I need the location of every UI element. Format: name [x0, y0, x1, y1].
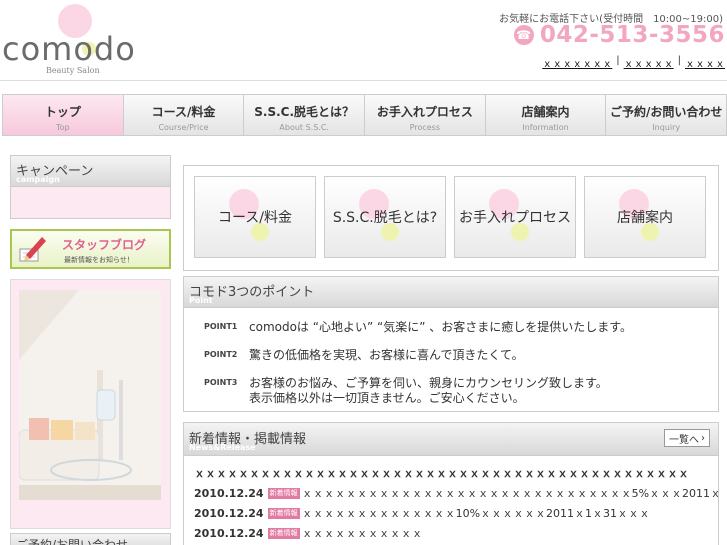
nav-information[interactable]: 店舗案内 Information — [486, 95, 607, 135]
blog-subtitle: 最新情報をお知らせ！ — [64, 256, 134, 264]
process-button[interactable]: お手入れプロセス — [454, 176, 576, 258]
news-item[interactable]: 2010.12.24 新着情報 ｘｘｘｘｘｘｘｘｘｘｘ — [194, 524, 718, 544]
news-text: ｘｘｘｘｘｘｘｘｘｘｘｘｘｘ10%ｘｘｘｘｘｘ2011ｘ1ｘ31ｘｘｘ — [301, 507, 651, 520]
news-list-button[interactable]: 一覧へ › — [664, 429, 710, 447]
nav-label: トップ — [44, 105, 81, 119]
point-item: POINT3 お客様のお悩み、ご予算を伺い、親身にカウンセリング致します。 表示… — [204, 375, 608, 406]
nav-label: コース/料金 — [151, 105, 216, 119]
chevron-right-icon: › — [701, 432, 705, 444]
campaign-subtitle: campaign — [16, 175, 60, 184]
news-badge: 新着情報 — [267, 488, 300, 499]
nav-sub-label: Top — [56, 123, 70, 132]
salon-photo-frame — [10, 279, 171, 529]
about-ssc-button[interactable]: S.S.C.脱毛とは? — [324, 176, 446, 258]
point-tag: POINT2 — [204, 350, 238, 359]
information-button[interactable]: 店舗案内 — [584, 176, 706, 258]
feature-buttons: コース/料金 S.S.C.脱毛とは? お手入れプロセス 店舗案内 — [183, 165, 719, 271]
nav-sub-label: Inquiry — [652, 123, 681, 132]
news-subtitle: News&Release — [189, 443, 256, 452]
logo-text: comodo — [2, 30, 136, 68]
nav-label: ご予約/お問い合わせ — [610, 105, 723, 119]
news-item[interactable]: 2010.12.24 新着情報 ｘｘｘｘｘｘｘｘｘｘｘｘｘｘｘｘｘｘｘｘｘｘｘｘｘｘ… — [194, 484, 718, 504]
course-price-button[interactable]: コース/料金 — [194, 176, 316, 258]
logo-subtitle: Beauty Salon — [46, 66, 100, 75]
phone-number: ☎ 042-513-3556 — [513, 22, 725, 48]
news-text: ｘｘｘｘｘｘｘｘｘｘｘ — [301, 527, 423, 540]
point-text: 驚きの低価格を実現、お客様に喜んで頂きたくて。 — [249, 348, 524, 362]
point-text: お客様のお悩み、ご予算を伺い、親身にカウンセリング致します。 表示価格以外は一切… — [249, 376, 608, 406]
pencil-icon — [19, 237, 46, 262]
news-header: 新着情報・掲載情報 News&Release 一覧へ › — [183, 422, 719, 456]
point-tag: POINT3 — [204, 378, 238, 387]
nav-course[interactable]: コース/料金 Course/Price — [124, 95, 245, 135]
news-list: ｘｘｘｘｘｘｘｘｘｘｘ ｘｘｘｘｘｘｘｘｘｘｘｘｘｘｘｘｘｘｘｘｘｘｘｘｘｘｘｘｘ… — [183, 456, 719, 545]
header-link-1[interactable]: ｘｘｘｘｘｘｘ — [542, 55, 612, 70]
point-item: POINT1 comodoは “心地よい” “気楽に” 、お客さまに癒しを提供い… — [204, 319, 633, 335]
nav-sub-label: Course/Price — [158, 123, 209, 132]
nav-top[interactable]: トップ Top — [3, 95, 124, 135]
left-column: キャンペーン campaign スタッフブログ 最新情報をお知らせ！ — [10, 155, 171, 529]
point-text: comodoは “心地よい” “気楽に” 、お客さまに癒しを提供いたします。 — [249, 320, 633, 334]
nav-label: 店舗案内 — [521, 105, 570, 119]
phone-icon: ☎ — [513, 25, 534, 45]
nav-sub-label: Process — [409, 123, 441, 132]
button-label: S.S.C.脱毛とは? — [332, 210, 438, 226]
nav-about[interactable]: S.S.C.脱毛とは？ About S.S.C. — [244, 95, 366, 135]
blog-title: スタッフブログ — [62, 238, 147, 252]
news-item[interactable]: 2010.12.24 新着情報 ｘｘｘｘｘｘｘｘｘｘｘｘｘｘ10%ｘｘｘｘｘｘ201… — [194, 504, 718, 524]
news-date: 2010.12.24 — [194, 527, 264, 540]
staff-blog-banner[interactable]: スタッフブログ 最新情報をお知らせ！ — [10, 229, 171, 269]
news-text: ｘｘｘｘｘｘｘｘｘｘｘｘｘｘｘｘｘｘｘｘｘｘｘｘｘｘｘｘｘｘ5%ｘｘｘ2011ｘ… — [301, 487, 718, 500]
nav-sub-label: Information — [522, 123, 569, 132]
header-link-3[interactable]: ｘｘｘｘ — [685, 55, 725, 70]
button-label: お手入れプロセス — [459, 210, 571, 226]
nav-label: お手入れプロセス — [376, 105, 473, 119]
nav-process[interactable]: お手入れプロセス Process — [365, 95, 486, 135]
news-badge: 新着情報 — [267, 508, 300, 519]
campaign-body — [10, 187, 171, 219]
list-button-label: 一覧へ — [669, 434, 699, 446]
header: comodo Beauty Salon お気軽にお電話下さい(受付時間 10:0… — [0, 0, 727, 88]
point-tag: POINT1 — [204, 322, 238, 331]
logo[interactable]: comodo Beauty Salon — [2, 4, 152, 80]
button-label: コース/料金 — [217, 210, 293, 226]
points-body: POINT1 comodoは “心地よい” “気楽に” 、お客さまに癒しを提供い… — [183, 308, 719, 412]
campaign-header: キャンペーン campaign — [10, 155, 171, 187]
points-subtitle: Point — [189, 296, 213, 305]
point-item: POINT2 驚きの低価格を実現、お客様に喜んで頂きたくて。 — [204, 347, 524, 363]
nav-label: S.S.C.脱毛とは？ — [254, 105, 355, 119]
header-link-2[interactable]: ｘｘｘｘｘ — [624, 55, 674, 70]
header-links: ｘｘｘｘｘｘｘ | ｘｘｘｘｘ | ｘｘｘｘ — [542, 55, 725, 70]
salon-photo — [19, 290, 161, 500]
nav-inquiry[interactable]: ご予約/お問い合わせ Inquiry — [606, 95, 726, 135]
news-lead[interactable]: ｘｘｘｘｘｘｘｘｘｘｘｘｘｘｘｘｘｘｘｘｘｘｘｘｘｘｘｘｘｘｘｘｘｘｘｘｘｘｘｘ… — [194, 464, 718, 484]
news-badge: 新着情報 — [267, 528, 300, 539]
news-date: 2010.12.24 — [194, 487, 264, 500]
nav-sub-label: About S.S.C. — [279, 123, 329, 132]
point-text-line2: 表示価格以外は一切頂きません。ご安心ください。 — [249, 391, 525, 405]
button-label: 店舗案内 — [617, 210, 673, 226]
inquiry-panel-header: ご予約/お問い合わせ — [10, 533, 171, 545]
point-text-line1: お客様のお悩み、ご予算を伺い、親身にカウンセリング致します。 — [249, 376, 608, 390]
news-date: 2010.12.24 — [194, 507, 264, 520]
main-content: コース/料金 S.S.C.脱毛とは? お手入れプロセス 店舗案内 コモド3つのポ… — [183, 165, 719, 545]
main-nav: トップ Top コース/料金 Course/Price S.S.C.脱毛とは？ … — [2, 94, 727, 136]
header-divider — [0, 80, 727, 81]
phone-text: 042-513-3556 — [539, 22, 725, 48]
points-header: コモド3つのポイント Point — [183, 276, 719, 308]
